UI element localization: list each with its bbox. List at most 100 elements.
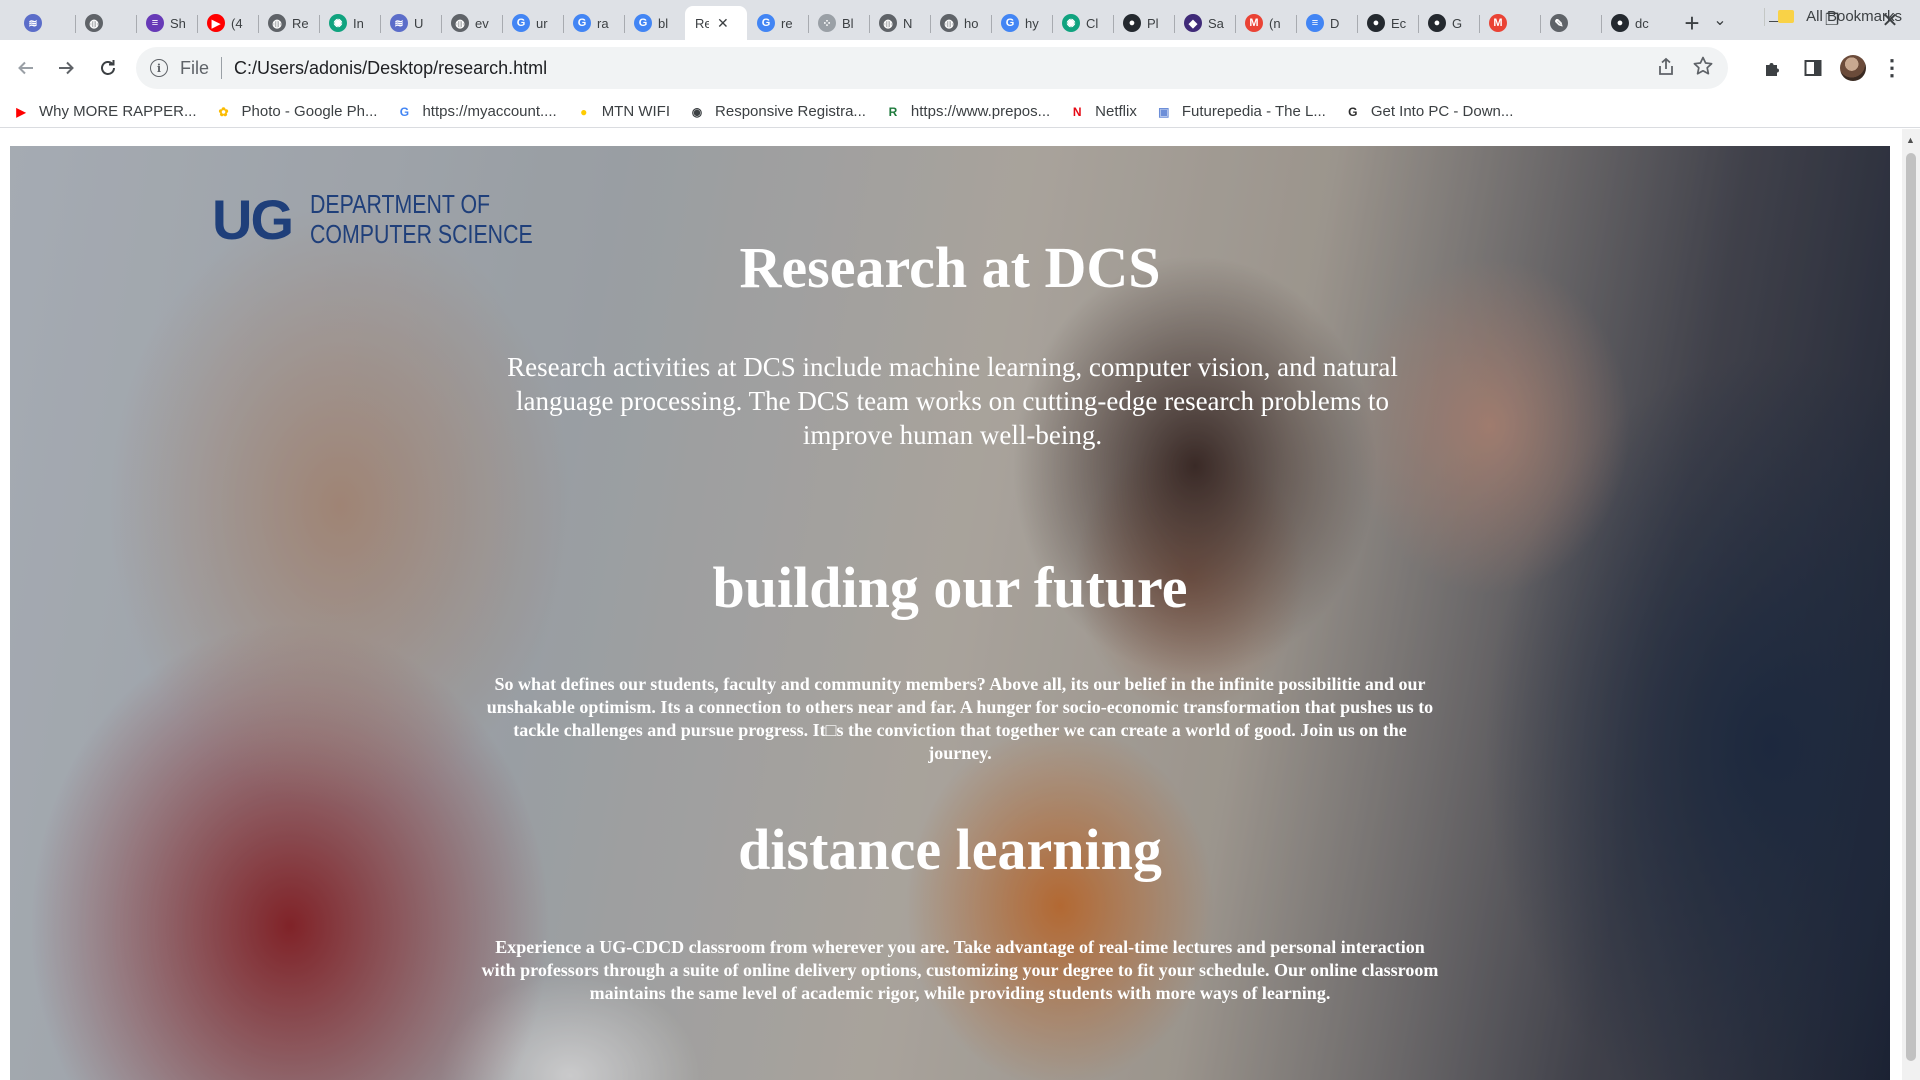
bookmark-item[interactable]: ▣ Futurepedia - The L... (1155, 103, 1326, 121)
tab-title: Pl (1147, 15, 1159, 31)
browser-tab[interactable]: ◍ ev (441, 6, 502, 40)
prepos-icon: R (888, 104, 898, 119)
forward-button[interactable] (48, 50, 84, 86)
tab-title: Re (292, 15, 309, 31)
google-icon: G (1001, 14, 1019, 32)
reload-button[interactable] (90, 50, 126, 86)
browser-tab[interactable]: ◍ Re (258, 6, 319, 40)
reload-icon (101, 60, 115, 75)
browser-tab[interactable]: Ghy (991, 6, 1052, 40)
back-button[interactable] (8, 50, 44, 86)
bookmark-label: https://myaccount.... (422, 103, 557, 120)
bookmark-item[interactable]: Ghttps://myaccount.... (395, 103, 557, 121)
bookmark-item[interactable]: ▶ Why MORE RAPPER... (12, 103, 196, 121)
research-heading: Research at DCS (739, 235, 1161, 300)
browser-tab[interactable]: ◆ Sa (1174, 6, 1235, 40)
browser-tab[interactable]: ≡ Sh (136, 6, 197, 40)
tab-title: Cl (1086, 15, 1099, 31)
browser-tab[interactable]: ≡ D (1296, 6, 1357, 40)
bookmark-item[interactable]: ◉ Responsive Registra... (688, 103, 866, 121)
globe-icon: ◍ (879, 14, 897, 32)
site-info-icon[interactable]: i (150, 59, 168, 77)
tab-title: ev (475, 15, 489, 31)
browser-tab[interactable]: ● G (1418, 6, 1479, 40)
futurepedia-icon: ▣ (1158, 104, 1170, 119)
address-separator (221, 57, 223, 79)
tab-title: ho (964, 15, 979, 31)
distance-learning-paragraph: Experience a UG-CDCD classroom from wher… (481, 937, 1439, 1003)
scroll-up-arrow-icon[interactable]: ▲ (1906, 135, 1915, 145)
browser-tab[interactable]: ≋ U (380, 6, 441, 40)
globe-icon: ◍ (451, 14, 469, 32)
google-icon: G (573, 14, 591, 32)
extensions-icon[interactable] (1757, 52, 1789, 84)
docs-icon: ≡ (1306, 14, 1324, 32)
youtube-icon: ▶ (207, 14, 225, 32)
profile-button[interactable] (1837, 52, 1869, 84)
globe-icon: ◉ (691, 104, 703, 119)
building-future-paragraph: So what defines our students, faculty an… (486, 674, 1434, 763)
browser-tab[interactable]: ◍ ho (930, 6, 991, 40)
browser-tab[interactable]: ● Ec (1357, 6, 1418, 40)
tab-title: Sa (1208, 15, 1224, 31)
globe-icon: ◍ (940, 14, 958, 32)
bookmark-star-icon[interactable] (1692, 55, 1714, 77)
getintopc-icon: G (1348, 104, 1358, 119)
crest-icon: ◆ (1184, 14, 1202, 32)
browser-tab[interactable]: ◍ (75, 6, 136, 40)
tab-strip: ≋ ◍ ≡ Sh ▶ (4 ◍ Re ✺ In ≋ U ◍ ev Gur Gra Gbl Re ✕ Gre ⁘ Bl ◍ N ◍… (0, 0, 1920, 40)
url-scheme: File (180, 57, 210, 78)
bookmark-label: MTN WIFI (601, 103, 671, 120)
browser-tab[interactable]: Gra (563, 6, 624, 40)
bookmarks-bar: ▶ Why MORE RAPPER... ✿ Photo - Google Ph...… (0, 96, 1920, 128)
browser-tab[interactable]: ◍ N (869, 6, 930, 40)
side-panel-icon[interactable] (1797, 52, 1829, 84)
browser-tab[interactable]: ✺ In (319, 6, 380, 40)
photos-icon: ✿ (218, 104, 229, 119)
browser-tab[interactable]: ✺ Cl (1052, 6, 1113, 40)
menu-kebab-icon[interactable]: ⋮ (1876, 52, 1908, 84)
browser-tab[interactable]: Gur (502, 6, 563, 40)
forward-arrow-icon (59, 61, 74, 75)
tab-title: re (781, 15, 793, 31)
google-icon: G (399, 104, 410, 119)
vertical-scrollbar[interactable]: ▲ (1902, 129, 1920, 1080)
bookmark-item[interactable]: Rhttps://www.prepos... (884, 103, 1051, 121)
dots-icon: ⁘ (818, 14, 836, 32)
bookmark-item[interactable]: N Netflix (1068, 103, 1137, 121)
browser-tab[interactable]: ● dc (1601, 6, 1662, 40)
browser-tab[interactable]: Gre (747, 6, 808, 40)
browser-tab[interactable]: Re ✕ (685, 6, 747, 40)
tab-title: In (353, 15, 364, 31)
browser-tab[interactable]: ≋ (14, 6, 75, 40)
tab-title: ur (536, 15, 548, 31)
google-icon: G (757, 14, 775, 32)
all-bookmarks-button[interactable]: All Bookmarks (1778, 0, 1902, 32)
github-icon: ● (1367, 14, 1385, 32)
browser-tab[interactable]: ● Pl (1113, 6, 1174, 40)
avatar (1840, 55, 1866, 81)
bookmark-item[interactable]: ✿ Photo - Google Ph... (215, 103, 378, 121)
tab-title: (n (1269, 15, 1281, 31)
browser-toolbar: i File C:/Users/adonis/Desktop/research.… (0, 40, 1920, 96)
google-icon: G (634, 14, 652, 32)
browser-tab[interactable]: ⁘ Bl (808, 6, 869, 40)
bookmark-item[interactable]: G Get Into PC - Down... (1344, 103, 1513, 121)
browser-tab[interactable]: Gbl (624, 6, 685, 40)
bookmark-label: Responsive Registra... (715, 103, 866, 120)
share-icon[interactable] (1656, 57, 1676, 77)
tab-title: Ec (1391, 15, 1407, 31)
scrollbar-thumb[interactable] (1906, 153, 1916, 1061)
browser-tab[interactable]: ▶ (4 (197, 6, 258, 40)
address-bar[interactable]: i File C:/Users/adonis/Desktop/research.… (136, 47, 1728, 89)
tab-search-button[interactable]: ⌄ (1692, 0, 1748, 40)
close-tab-icon[interactable]: ✕ (717, 15, 729, 32)
browser-tab[interactable]: M (1479, 6, 1540, 40)
bookmark-label: https://www.prepos... (910, 103, 1051, 120)
tab-title: bl (658, 15, 669, 31)
stripes-icon: ≋ (24, 14, 42, 32)
browser-tab[interactable]: M (n (1235, 6, 1296, 40)
bookmark-item[interactable]: ● MTN WIFI (575, 103, 670, 121)
browser-tab[interactable]: ✎ (1540, 6, 1601, 40)
url-text[interactable]: C:/Users/adonis/Desktop/research.html (234, 58, 547, 79)
